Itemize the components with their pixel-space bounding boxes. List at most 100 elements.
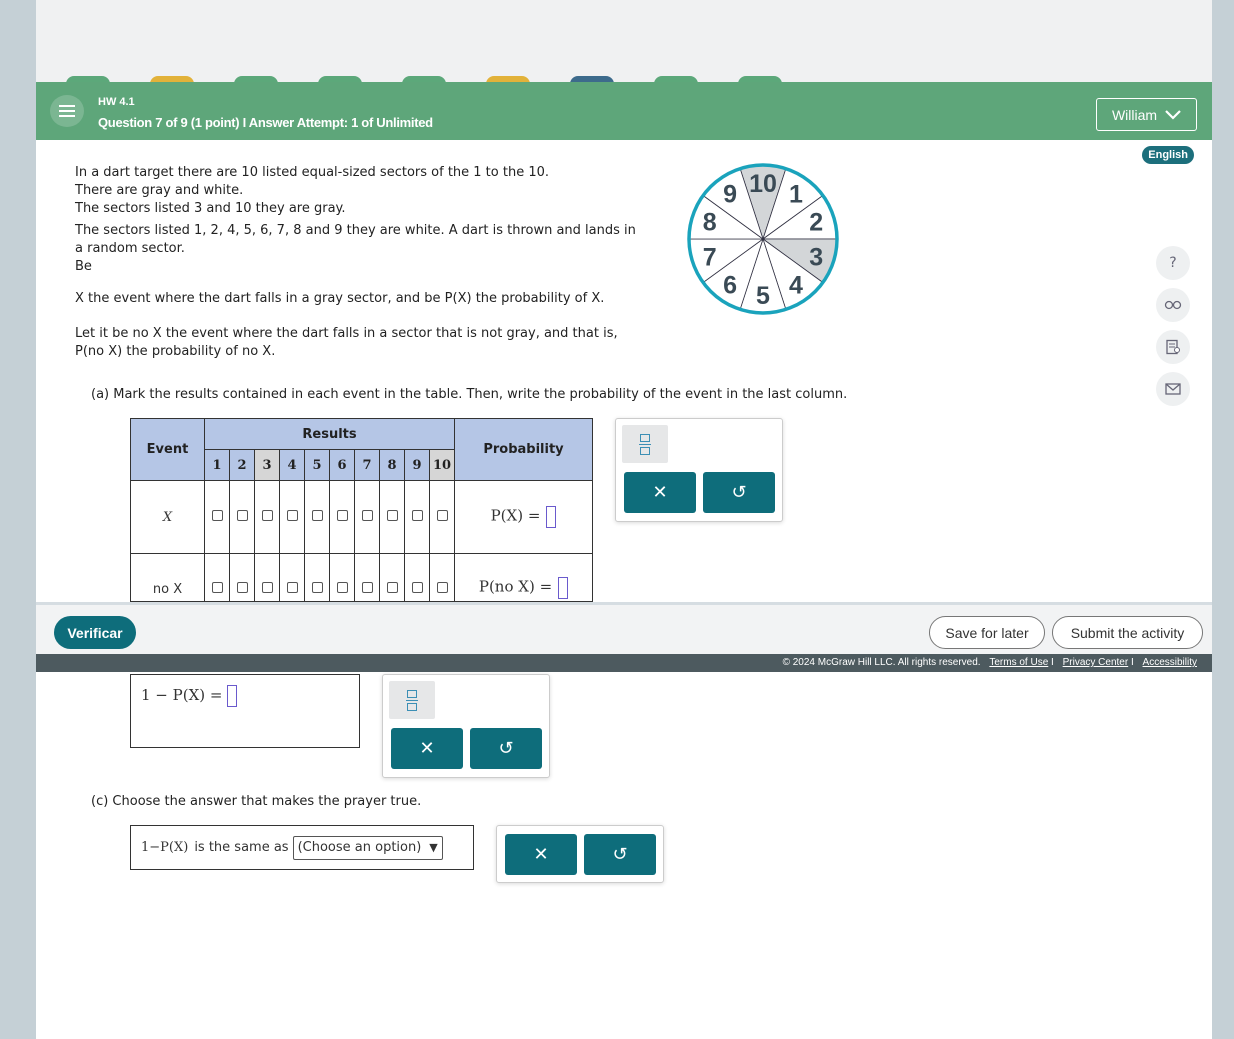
result-checkbox[interactable] <box>261 509 273 521</box>
terms-link[interactable]: Terms of Use <box>989 657 1048 668</box>
submit-button[interactable]: Submit the activity <box>1052 616 1203 649</box>
side-toolbar: ? <box>1156 246 1190 414</box>
result-number: 6 <box>329 449 355 481</box>
result-checkbox[interactable] <box>411 582 423 593</box>
result-number: 2 <box>229 449 255 481</box>
result-cell <box>304 553 330 602</box>
event-name: no X <box>152 582 183 597</box>
result-cell <box>379 480 405 554</box>
event-table: Event Results Probability 1 2 3 4 5 6 7 8 9 10 X … <box>130 418 593 602</box>
result-checkbox[interactable] <box>236 582 248 593</box>
option-dropdown[interactable]: (Choose an option) ▼ <box>292 835 443 860</box>
clear-button[interactable]: ✕ <box>505 834 577 875</box>
top-gray-area <box>36 0 1212 82</box>
undo-button[interactable]: ↺ <box>470 728 542 769</box>
check-button[interactable]: Verificar <box>54 616 136 649</box>
undo-button[interactable]: ↺ <box>703 472 775 513</box>
result-checkbox[interactable] <box>286 582 298 593</box>
copyright-text: © 2024 McGraw Hill LLC. All rights reser… <box>782 657 981 668</box>
result-cell <box>304 480 330 554</box>
page: HW 4.1 Question 7 of 9 (1 point) I Answe… <box>36 0 1212 1039</box>
part-c-label: (c) Choose the answer that makes the pra… <box>91 794 422 809</box>
result-checkbox[interactable] <box>361 509 373 521</box>
result-cell <box>279 553 305 602</box>
language-toggle[interactable]: English <box>1142 146 1194 164</box>
dart-sector-label: 7 <box>703 243 717 271</box>
result-number: 7 <box>354 449 380 481</box>
result-checkbox[interactable] <box>386 582 398 593</box>
menu-icon[interactable] <box>50 95 84 127</box>
part-c-middle-text: is the same as <box>194 840 289 855</box>
problem-line: There are gray and white. <box>75 183 244 198</box>
undo-button[interactable]: ↺ <box>584 834 656 875</box>
footer-bar: Verificar Save for later Submit the acti… <box>36 602 1212 654</box>
result-checkbox[interactable] <box>411 509 423 521</box>
event-cell: no X <box>130 553 205 602</box>
dart-sector-label: 5 <box>756 282 770 310</box>
probability-cell: P(X) = <box>454 480 593 554</box>
result-cell <box>379 553 405 602</box>
result-checkbox[interactable] <box>211 509 223 521</box>
result-checkbox[interactable] <box>286 509 298 521</box>
accessibility-link[interactable]: Accessibility <box>1143 657 1197 668</box>
probability-expression: P(no X) = <box>478 577 553 596</box>
user-menu-button[interactable]: William <box>1096 98 1197 131</box>
glasses-icon[interactable] <box>1156 288 1190 322</box>
user-name: William <box>1111 106 1158 123</box>
result-cell <box>229 480 255 554</box>
fraction-icon[interactable] <box>389 681 435 719</box>
save-for-later-button[interactable]: Save for later <box>929 616 1045 649</box>
result-checkbox[interactable] <box>236 509 248 521</box>
result-number: 1 <box>204 449 230 481</box>
result-checkbox[interactable] <box>336 509 348 521</box>
answer-input[interactable] <box>227 685 238 707</box>
result-cell <box>429 480 455 554</box>
dart-sector-label: 9 <box>723 181 737 209</box>
clear-button[interactable]: ✕ <box>391 728 463 769</box>
assignment-title: HW 4.1 <box>98 96 135 108</box>
math-tool-panel: ✕ ↺ <box>382 674 550 778</box>
help-icon[interactable]: ? <box>1156 246 1190 280</box>
dart-sector-label: 6 <box>723 271 737 299</box>
clear-button[interactable]: ✕ <box>624 472 696 513</box>
math-tool-panel: ✕ ↺ <box>496 825 664 883</box>
result-number: 3 <box>254 449 280 481</box>
result-cell <box>254 480 280 554</box>
problem-line: Be <box>75 259 92 274</box>
privacy-link[interactable]: Privacy Center <box>1063 657 1129 668</box>
probability-cell: P(no X) = <box>454 553 593 602</box>
copyright-bar: © 2024 McGraw Hill LLC. All rights reser… <box>36 654 1212 672</box>
math-tool-panel: ✕ ↺ <box>615 418 783 522</box>
probability-input[interactable] <box>558 577 569 599</box>
problem-line: Let it be no X the event where the dart … <box>75 326 618 341</box>
result-checkbox[interactable] <box>311 582 323 593</box>
event-cell: X <box>130 480 205 554</box>
result-cell <box>354 480 380 554</box>
part-c-answer-box: 1−P(X) is the same as (Choose an option)… <box>130 825 474 870</box>
ebook-icon[interactable] <box>1156 330 1190 364</box>
dropdown-value: (Choose an option) <box>297 840 422 855</box>
result-checkbox[interactable] <box>311 509 323 521</box>
chevron-down-icon <box>1165 109 1181 120</box>
dart-sector-label: 3 <box>809 243 823 271</box>
result-checkbox[interactable] <box>436 582 448 593</box>
probability-header: Probability <box>454 418 593 481</box>
result-cell <box>279 480 305 554</box>
result-checkbox[interactable] <box>361 582 373 593</box>
result-checkbox[interactable] <box>386 509 398 521</box>
dart-sector-label: 2 <box>809 209 823 237</box>
result-checkbox[interactable] <box>211 582 223 593</box>
problem-line: The sectors listed 3 and 10 they are gra… <box>75 201 346 216</box>
result-cell <box>229 553 255 602</box>
result-cell <box>204 480 230 554</box>
result-checkbox[interactable] <box>261 582 273 593</box>
problem-line: The sectors listed 1, 2, 4, 5, 6, 7, 8 a… <box>75 223 636 256</box>
probability-input[interactable] <box>546 506 557 528</box>
result-cell <box>404 480 430 554</box>
fraction-icon[interactable] <box>622 425 668 463</box>
part-a-label: (a) Mark the results contained in each e… <box>91 387 848 402</box>
result-checkbox[interactable] <box>336 582 348 593</box>
result-cell <box>329 553 355 602</box>
result-checkbox[interactable] <box>436 509 448 521</box>
mail-icon[interactable] <box>1156 372 1190 406</box>
